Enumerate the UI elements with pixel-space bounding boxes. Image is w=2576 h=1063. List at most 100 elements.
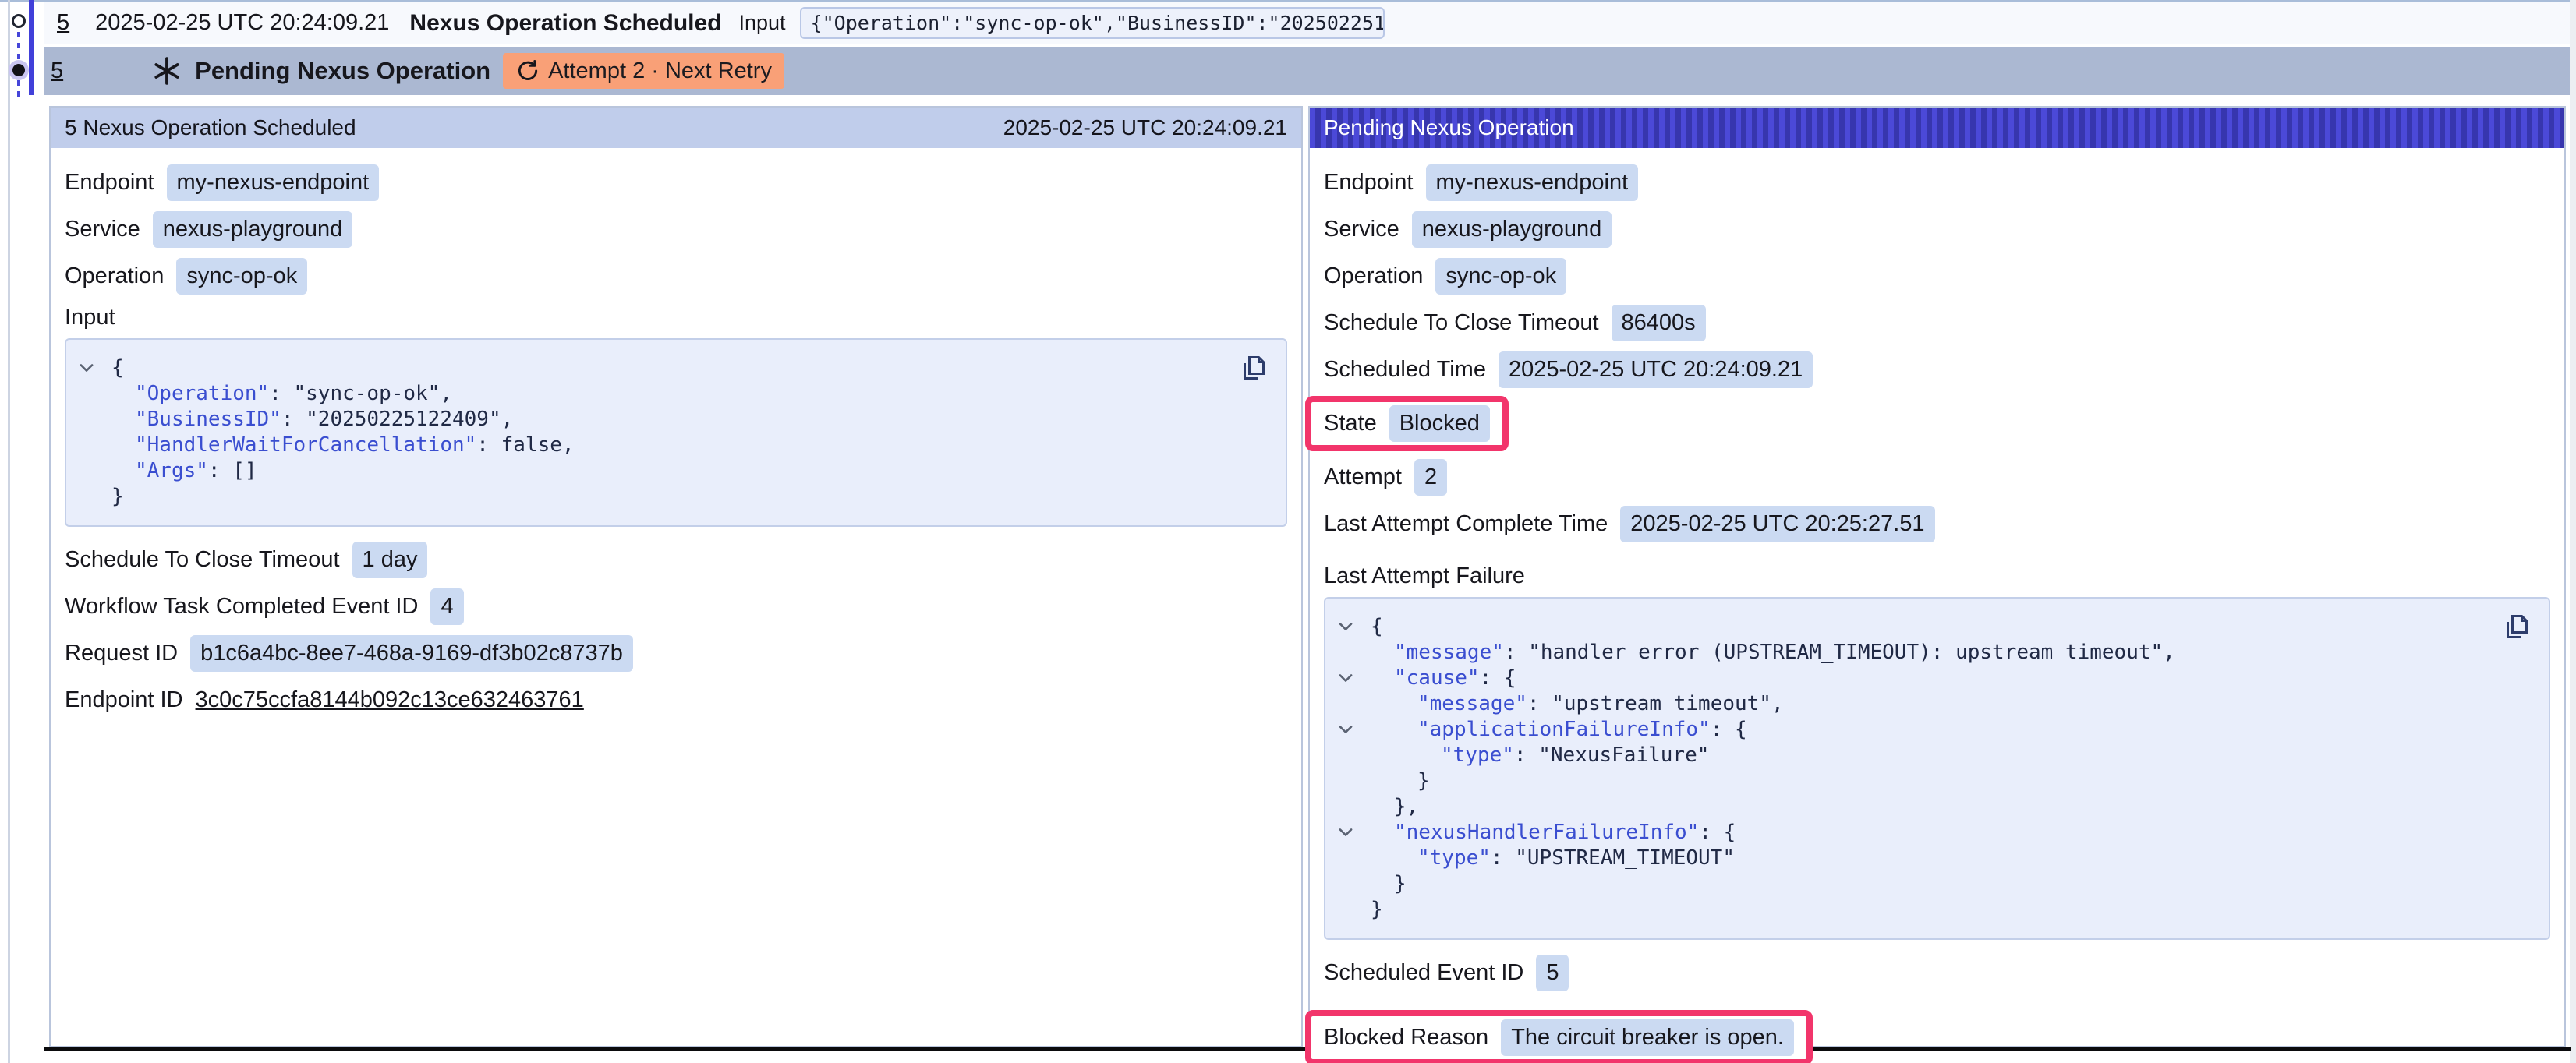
field-label: Attempt xyxy=(1324,464,1402,490)
card-header-title: 5 Nexus Operation Scheduled xyxy=(65,115,356,140)
field-value-badge: sync-op-ok xyxy=(1435,258,1566,295)
json-token: : false, xyxy=(476,433,574,457)
json-viewer: {"message": "handler error (UPSTREAM_TIM… xyxy=(1324,597,2550,940)
json-line: } xyxy=(1325,871,2549,897)
timeline-marker-scheduled xyxy=(12,14,26,28)
field-label: Workflow Task Completed Event ID xyxy=(65,594,418,620)
json-token: : "sync-op-ok", xyxy=(269,382,452,405)
field-row: StateBlocked xyxy=(1324,393,2550,454)
json-token: : { xyxy=(1711,718,1747,741)
annotation-highlight-box: StateBlocked xyxy=(1305,396,1509,451)
timeline-gutter-border xyxy=(8,0,10,1063)
event-id-link[interactable]: 5 xyxy=(57,10,69,36)
field-label: Blocked Reason xyxy=(1324,1025,1488,1051)
json-key: "type" xyxy=(1417,846,1491,870)
event-row-pending[interactable]: 5 Pending Nexus Operation Attempt 2 · Ne… xyxy=(44,47,2570,95)
field-label: Endpoint xyxy=(1324,170,1414,196)
collapse-chevron-icon[interactable] xyxy=(1338,825,1353,839)
json-token: : [] xyxy=(208,459,257,482)
field-row: Endpoint ID3c0c75ccfa8144b092c13ce632463… xyxy=(65,676,1287,723)
json-key: "message" xyxy=(1394,641,1504,664)
timeline-marker-pending xyxy=(12,64,25,76)
field-value-badge: 2 xyxy=(1414,459,1447,496)
json-token: } xyxy=(1417,769,1430,793)
field-value-badge: 4 xyxy=(430,588,463,625)
timeline-dashes xyxy=(17,80,20,101)
event-id-link[interactable]: 5 xyxy=(51,58,63,84)
field-label: State xyxy=(1324,411,1377,436)
field-value-badge: my-nexus-endpoint xyxy=(1426,164,1639,201)
field-row: Attempt 2 xyxy=(1324,454,2550,500)
json-line: { xyxy=(1325,614,2549,640)
field-label: Input xyxy=(65,299,1287,335)
field-row: Operationsync-op-ok xyxy=(65,253,1287,299)
json-viewer: {"Operation": "sync-op-ok","BusinessID":… xyxy=(65,338,1287,527)
field-value-badge: nexus-playground xyxy=(1412,211,1612,248)
json-line: "message": "handler error (UPSTREAM_TIME… xyxy=(1325,640,2549,666)
field-label: Schedule To Close Timeout xyxy=(1324,310,1599,336)
field-row: Scheduled Event ID5 xyxy=(1324,949,2550,996)
json-line: } xyxy=(1325,897,2549,923)
json-line: "Operation": "sync-op-ok", xyxy=(66,381,1286,407)
field-value-link[interactable]: 3c0c75ccfa8144b092c13ce632463761 xyxy=(196,687,584,713)
field-row: Endpoint my-nexus-endpoint xyxy=(65,159,1287,206)
json-line: } xyxy=(1325,768,2549,794)
field-label: Service xyxy=(1324,217,1399,242)
json-key: "HandlerWaitForCancellation" xyxy=(135,433,476,457)
json-line: "applicationFailureInfo": { xyxy=(1325,717,2549,743)
retry-icon xyxy=(515,58,540,83)
json-token: : "NexusFailure" xyxy=(1514,743,1709,767)
json-token: : { xyxy=(1480,666,1516,690)
json-line: "Args": [] xyxy=(66,458,1286,484)
json-line: } xyxy=(66,484,1286,510)
field-row: Schedule To Close Timeout 86400s xyxy=(1324,299,2550,346)
json-token: : "20250225122409", xyxy=(281,408,513,431)
collapse-chevron-icon[interactable] xyxy=(1338,620,1353,634)
json-token: } xyxy=(1371,898,1383,921)
field-value-badge: my-nexus-endpoint xyxy=(167,164,380,201)
card-header-time: 2025-02-25 UTC 20:24:09.21 xyxy=(1003,115,1287,140)
field-value-badge: The circuit breaker is open. xyxy=(1501,1019,1794,1056)
collapse-chevron-icon[interactable] xyxy=(1338,671,1353,685)
field-row: Scheduled Time2025-02-25 UTC 20:24:09.21 xyxy=(1324,346,2550,393)
field-value-badge: 1 day xyxy=(352,542,428,578)
collapse-chevron-icon[interactable] xyxy=(1338,722,1353,736)
json-token: { xyxy=(1371,615,1383,638)
field-row: Operationsync-op-ok xyxy=(1324,253,2550,299)
field-row: Endpoint my-nexus-endpoint xyxy=(1324,159,2550,206)
json-line: "HandlerWaitForCancellation": false, xyxy=(66,433,1286,458)
pending-striped-header: Pending Nexus Operation xyxy=(1310,108,2564,148)
field-value-badge: 86400s xyxy=(1612,305,1706,341)
json-line: "BusinessID": "20250225122409", xyxy=(66,407,1286,433)
json-token: : "upstream timeout", xyxy=(1527,692,1784,715)
json-key: "nexusHandlerFailureInfo" xyxy=(1394,821,1699,844)
pending-asterisk-icon xyxy=(151,55,182,87)
json-line: "type": "NexusFailure" xyxy=(1325,743,2549,768)
field-label: Schedule To Close Timeout xyxy=(65,547,340,573)
field-label: Operation xyxy=(65,263,164,289)
pending-operation-card: Pending Nexus Operation Endpoint my-nexus… xyxy=(1308,106,2566,1047)
json-line: { xyxy=(66,355,1286,381)
summary-json-pill[interactable]: {"Operation":"sync-op-ok","BusinessID":"… xyxy=(800,7,1385,39)
field-value-badge: 2025-02-25 UTC 20:24:09.21 xyxy=(1499,351,1813,388)
field-row: Service nexus-playground xyxy=(1324,206,2550,253)
json-token: } xyxy=(111,485,124,508)
json-line: "cause": { xyxy=(1325,666,2549,691)
scrollbar[interactable] xyxy=(2570,0,2576,1063)
summary-label: Input xyxy=(739,11,786,35)
field-row: Request ID b1c6a4bc-8ee7-468a-9169-df3b02… xyxy=(65,630,1287,676)
field-label: Last Attempt Complete Time xyxy=(1324,511,1608,537)
json-line: "nexusHandlerFailureInfo": { xyxy=(1325,820,2549,846)
retry-badge-label: Attempt 2 · Next Retry xyxy=(548,58,772,84)
field-row: Schedule To Close Timeout 1 day xyxy=(65,536,1287,583)
collapse-chevron-icon[interactable] xyxy=(79,361,94,375)
field-row: Workflow Task Completed Event ID 4 xyxy=(65,583,1287,630)
field-label: Request ID xyxy=(65,641,178,666)
json-key: "applicationFailureInfo" xyxy=(1417,718,1711,741)
event-row-scheduled[interactable]: 5 2025-02-25 UTC 20:24:09.21 Nexus Opera… xyxy=(44,2,2570,44)
card-header-title: Pending Nexus Operation xyxy=(1324,115,1574,140)
json-line: }, xyxy=(1325,794,2549,820)
field-value-badge: b1c6a4bc-8ee7-468a-9169-df3b02c8737b xyxy=(190,635,633,672)
json-token: }, xyxy=(1394,795,1418,818)
field-label: Endpoint xyxy=(65,170,154,196)
